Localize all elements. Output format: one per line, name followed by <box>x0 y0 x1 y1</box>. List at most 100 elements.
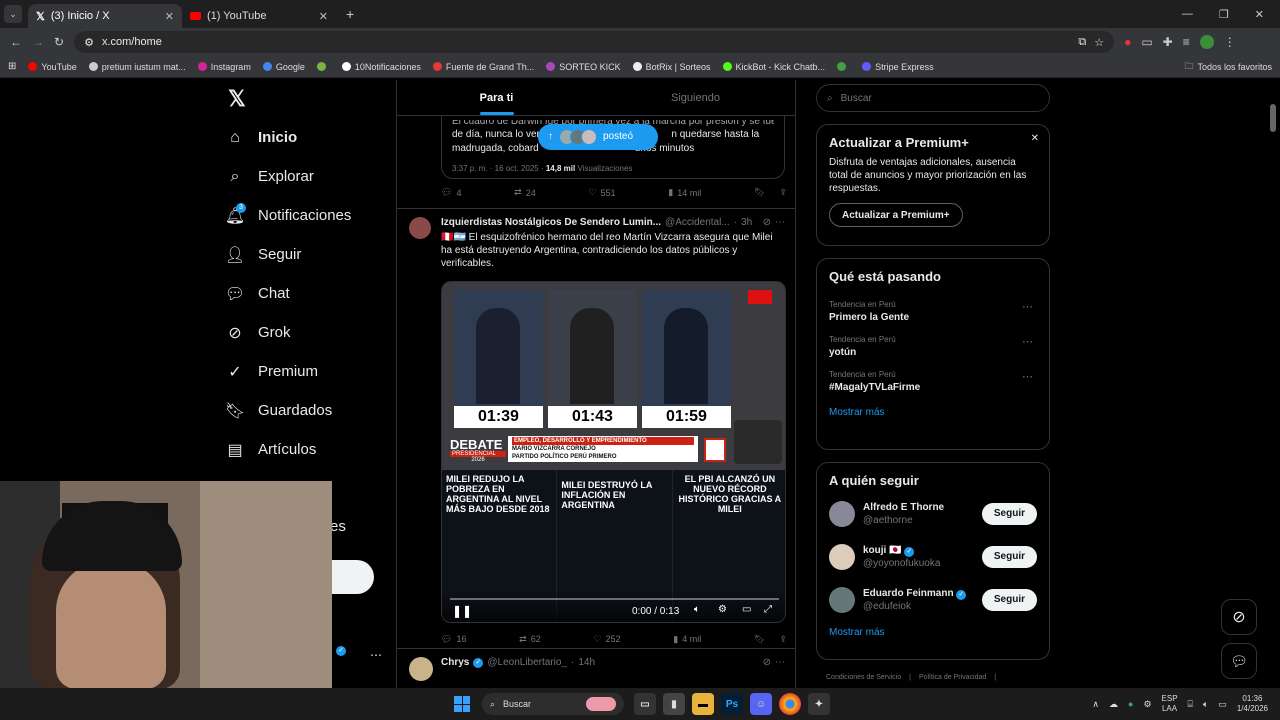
close-icon[interactable]: ✕ <box>1031 133 1039 144</box>
close-window-icon[interactable]: ✕ <box>1255 8 1264 21</box>
taskbar-search[interactable]: ⌕ Buscar <box>482 693 624 715</box>
volume-icon[interactable]: 🔈︎ <box>694 604 700 615</box>
post-time[interactable]: 3h <box>741 217 752 228</box>
nav-item-explorar[interactable]: ⌕ Explorar <box>226 157 396 196</box>
posted-pill[interactable]: ↑ posteó <box>538 124 658 150</box>
pip-icon[interactable]: ▭ <box>742 604 751 615</box>
pause-icon[interactable]: ❚❚ <box>452 604 472 618</box>
chat-floating-button[interactable]: 💬︎ <box>1221 643 1257 679</box>
extension-red-icon[interactable]: ● <box>1124 35 1131 49</box>
share-icon[interactable]: ⇪ <box>779 634 787 645</box>
views-button[interactable]: ▮ 14 mil <box>668 187 701 198</box>
volume-icon[interactable]: 🔈︎ <box>1203 699 1208 710</box>
follow-button[interactable]: Seguir <box>981 502 1037 525</box>
privacy-link[interactable]: Política de Privacidad <box>919 674 986 681</box>
star-icon[interactable]: ☆ <box>1094 36 1104 49</box>
follow-suggestion[interactable]: Eduardo Feinmann ✓ @edufeiok Seguir <box>829 578 1037 621</box>
post[interactable]: Chrys ✓ @LeonLibertario_ · 14h ⊘ ⋯ <box>397 649 795 688</box>
puzzle-icon[interactable]: ✚ <box>1163 35 1173 49</box>
share-icon[interactable]: ⇪ <box>779 187 787 198</box>
bookmark-item[interactable]: BotRix | Sorteos <box>632 62 711 72</box>
nav-item-inicio[interactable]: ⌂ Inicio <box>226 118 396 157</box>
x-logo-icon[interactable]: 𝕏 <box>226 80 396 118</box>
tab-x[interactable]: 𝕏 (3) Inicio / X ✕ <box>28 4 182 28</box>
bookmark-item[interactable]: YouTube <box>28 62 77 72</box>
photoshop-icon[interactable]: Ps <box>721 693 743 715</box>
grok-icon[interactable]: ⊘ <box>763 657 771 668</box>
tab-search-button[interactable]: ⌄ <box>4 5 22 23</box>
tray-chevron-icon[interactable]: ∧ <box>1092 699 1099 710</box>
premium-button[interactable]: Actualizar a Premium+ <box>829 203 963 227</box>
tab-following[interactable]: Siguiendo <box>596 80 795 115</box>
tray-icon-2[interactable]: ● <box>1128 699 1133 709</box>
chrome-icon[interactable] <box>779 693 801 715</box>
settings-icon[interactable]: ⚙ <box>718 604 727 615</box>
new-tab-button[interactable]: + <box>346 6 354 22</box>
avatar[interactable] <box>409 217 431 239</box>
nav-item-seguir[interactable]: 👤︎ Seguir <box>225 235 396 274</box>
scrollbar-thumb[interactable] <box>1270 104 1276 132</box>
bookmark-item[interactable]: KickBot - Kick Chatb... <box>722 62 825 72</box>
trends-show-more[interactable]: Mostrar más <box>829 407 1037 418</box>
trend-item[interactable]: Tendencia en Perú yotún ⋯ <box>829 335 1037 358</box>
media-icon[interactable]: ≡ <box>1183 35 1190 49</box>
back-icon[interactable]: ← <box>10 35 22 49</box>
follow-suggestion[interactable]: Alfredo E Thorne @aethorne Seguir <box>829 492 1037 535</box>
terms-link[interactable]: Condiciones de Servicio <box>826 674 901 681</box>
profile-avatar[interactable] <box>1199 35 1214 49</box>
post-author[interactable]: Chrys <box>441 657 469 668</box>
menu-icon[interactable]: ⋮ <box>1224 35 1236 49</box>
more-icon[interactable]: ⋯ <box>1022 370 1033 383</box>
task-view-icon[interactable]: ▭ <box>634 693 656 715</box>
repost-button[interactable]: ⇄ 62 <box>519 634 541 645</box>
tray-icon-3[interactable]: ⚙ <box>1143 699 1151 710</box>
nav-item-artículos[interactable]: ▤ Artículos <box>226 430 396 469</box>
trend-item[interactable]: Tendencia en Perú #MagalyTVLaFirme ⋯ <box>829 370 1037 393</box>
start-icon[interactable] <box>454 696 470 712</box>
apps-icon[interactable]: ⊞ <box>8 61 16 72</box>
avatar[interactable] <box>829 586 855 613</box>
bookmark-item[interactable] <box>316 62 330 71</box>
site-info-icon[interactable]: ⚙ <box>84 36 94 49</box>
language-indicator[interactable]: ESP LAA <box>1162 694 1178 714</box>
reply-button[interactable]: 💬︎ 16 <box>441 634 466 645</box>
bookmark-icon[interactable]: 🔖︎ <box>754 634 765 645</box>
post-time[interactable]: 14h <box>578 657 595 668</box>
views-button[interactable]: ▮ 4 mil <box>673 634 701 645</box>
grok-floating-button[interactable]: ⊘ <box>1221 599 1257 635</box>
tray-icon[interactable]: ☁ <box>1109 699 1118 710</box>
clock[interactable]: 01:36 1/4/2026 <box>1237 694 1268 714</box>
like-button[interactable]: ♡ 252 <box>593 634 620 645</box>
more-icon[interactable]: ⋯ <box>1022 300 1033 313</box>
avatar[interactable] <box>829 543 855 570</box>
tab-youtube[interactable]: (1) YouTube ✕ <box>182 4 336 28</box>
more-icon[interactable]: ⋯ <box>775 217 785 228</box>
tab-for-you[interactable]: Para ti <box>397 80 596 115</box>
network-icon[interactable]: ⌸ <box>1188 699 1193 710</box>
more-icon[interactable]: ⋯ <box>775 657 785 668</box>
address-bar[interactable]: ⚙ x.com/home ⧉ ☆ <box>74 31 1115 53</box>
nav-item-grok[interactable]: ⊘ Grok <box>226 313 396 352</box>
bookmark-item[interactable]: 10Notificaciones <box>341 62 421 72</box>
post-handle[interactable]: @LeonLibertario_ <box>487 657 567 668</box>
battery-icon[interactable]: ▭ <box>1218 699 1227 710</box>
extension-icon[interactable]: ▭ <box>1141 35 1152 49</box>
bookmark-item[interactable]: pretium iustum mat... <box>88 62 186 72</box>
file-explorer-icon[interactable]: ▬ <box>692 693 714 715</box>
follow-button[interactable]: Seguir <box>981 588 1037 611</box>
bookmark-item[interactable]: Fuente de Grand Th... <box>432 62 534 72</box>
repost-button[interactable]: ⇄ 24 <box>514 187 536 198</box>
close-icon[interactable]: ✕ <box>319 10 328 23</box>
reply-button[interactable]: 💬︎ 4 <box>441 187 461 198</box>
bookmark-icon[interactable]: 🔖︎ <box>754 187 765 198</box>
trend-item[interactable]: Tendencia en Perú Primero la Gente ⋯ <box>829 300 1037 323</box>
post-handle[interactable]: @Accidental... <box>665 217 730 228</box>
grok-icon[interactable]: ⊘ <box>763 217 771 228</box>
bookmark-item[interactable]: SORTEO KICK <box>546 62 621 72</box>
install-icon[interactable]: ⧉ <box>1078 36 1086 49</box>
avatar[interactable] <box>829 500 855 527</box>
nav-item-chat[interactable]: 💬︎ Chat <box>225 274 396 313</box>
forward-icon[interactable]: → <box>32 35 44 49</box>
app-icon[interactable]: ▮ <box>663 693 685 715</box>
follow-button[interactable]: Seguir <box>981 545 1037 568</box>
